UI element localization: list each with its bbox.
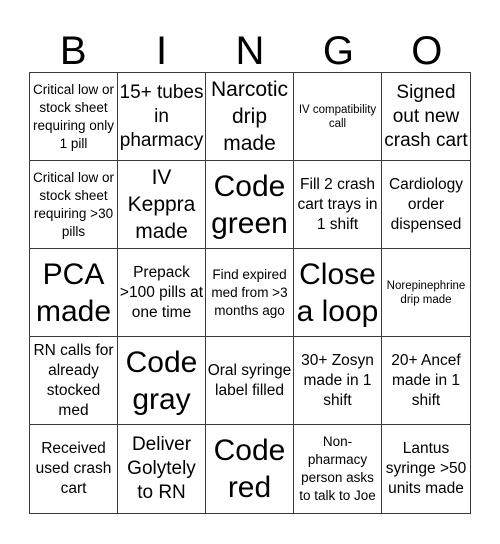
bingo-cell-r3-c5[interactable]: Norepinephrine drip made (382, 249, 470, 337)
bingo-cell-r1-c2[interactable]: 15+ tubes in pharmacy (118, 73, 206, 161)
bingo-cell-r5-c2[interactable]: Deliver Golytely to RN (118, 425, 206, 513)
cell-text: Critical low or stock sheet requiring on… (32, 81, 115, 151)
bingo-cell-r4-c2[interactable]: Code gray (118, 337, 206, 425)
cell-text: 20+ Ancef made in 1 shift (391, 351, 461, 409)
bingo-cell-r2-c2[interactable]: IV Keppra made (118, 161, 206, 249)
cell-text: 15+ tubes in pharmacy (119, 81, 204, 151)
bingo-cell-r5-c3[interactable]: Code red (206, 425, 294, 513)
bingo-cell-r5-c1[interactable]: Received used crash cart (30, 425, 118, 513)
cell-text: Signed out new crash cart (384, 81, 468, 151)
cell-text: Received used crash cart (35, 440, 112, 497)
cell-text: PCA made (35, 257, 112, 328)
cell-text: Code red (213, 434, 286, 504)
bingo-cell-r1-c4[interactable]: IV compatibility call (294, 73, 382, 161)
cell-text: Non-pharmacy person asks to talk to Joe (299, 434, 376, 503)
bingo-cell-r3-c2[interactable]: Prepack >100 pills at one time (118, 249, 206, 337)
bingo-cell-r2-c4[interactable]: Fill 2 crash cart trays in 1 shift (294, 161, 382, 249)
cell-text: Deliver Golytely to RN (127, 434, 196, 503)
bingo-cell-r2-c3[interactable]: Code green (206, 161, 294, 249)
bingo-cell-r3-c4[interactable]: Close a loop (294, 249, 382, 337)
bingo-board: Critical low or stock sheet requiring on… (29, 72, 471, 514)
bingo-cell-r5-c4[interactable]: Non-pharmacy person asks to talk to Joe (294, 425, 382, 513)
bingo-header: B I N G O (29, 28, 471, 74)
bingo-cell-r1-c3[interactable]: Narcotic drip made (206, 73, 294, 161)
cell-text: Oral syringe label filled (207, 361, 292, 399)
cell-text: 30+ Zosyn made in 1 shift (301, 351, 374, 409)
cell-text: Prepack >100 pills at one time (119, 263, 204, 321)
bingo-cell-r1-c5[interactable]: Signed out new crash cart (382, 73, 470, 161)
cell-text: Close a loop (296, 257, 379, 328)
cell-text: Critical low or stock sheet requiring >3… (32, 169, 114, 239)
bingo-cell-r2-c5[interactable]: Cardiology order dispensed (382, 161, 470, 249)
bingo-cell-r3-c1[interactable]: PCA made (30, 249, 118, 337)
cell-text: Fill 2 crash cart trays in 1 shift (297, 175, 378, 233)
cell-text: Cardiology order dispensed (388, 175, 464, 233)
bingo-cell-r3-c3[interactable]: Find expired med from >3 months ago (206, 249, 294, 337)
header-letter-b: B (59, 29, 87, 73)
header-letter-g: G (322, 29, 354, 73)
header-letter-o: O (411, 29, 443, 73)
cell-text: RN calls for already stocked med (33, 341, 114, 419)
bingo-cell-r4-c4[interactable]: 30+ Zosyn made in 1 shift (294, 337, 382, 425)
cell-text: Code gray (125, 345, 198, 416)
bingo-cell-r4-c5[interactable]: 20+ Ancef made in 1 shift (382, 337, 470, 425)
cell-text: Narcotic drip made (210, 78, 289, 155)
cell-text: Norepinephrine drip made (386, 279, 466, 306)
bingo-cell-r4-c3[interactable]: Oral syringe label filled (206, 337, 294, 425)
cell-text: Code green (211, 169, 288, 240)
bingo-cell-r1-c1[interactable]: Critical low or stock sheet requiring on… (30, 73, 118, 161)
cell-text: Lantus syringe >50 units made (385, 440, 467, 497)
bingo-cell-r4-c1[interactable]: RN calls for already stocked med (30, 337, 118, 425)
cell-text: IV compatibility call (298, 103, 377, 130)
bingo-cell-r2-c1[interactable]: Critical low or stock sheet requiring >3… (30, 161, 118, 249)
header-letter-n: N (235, 29, 265, 73)
header-letter-i: I (156, 29, 168, 73)
cell-text: IV Keppra made (127, 166, 196, 243)
bingo-cell-r5-c5[interactable]: Lantus syringe >50 units made (382, 425, 470, 513)
cell-text: Find expired med from >3 months ago (211, 266, 288, 318)
